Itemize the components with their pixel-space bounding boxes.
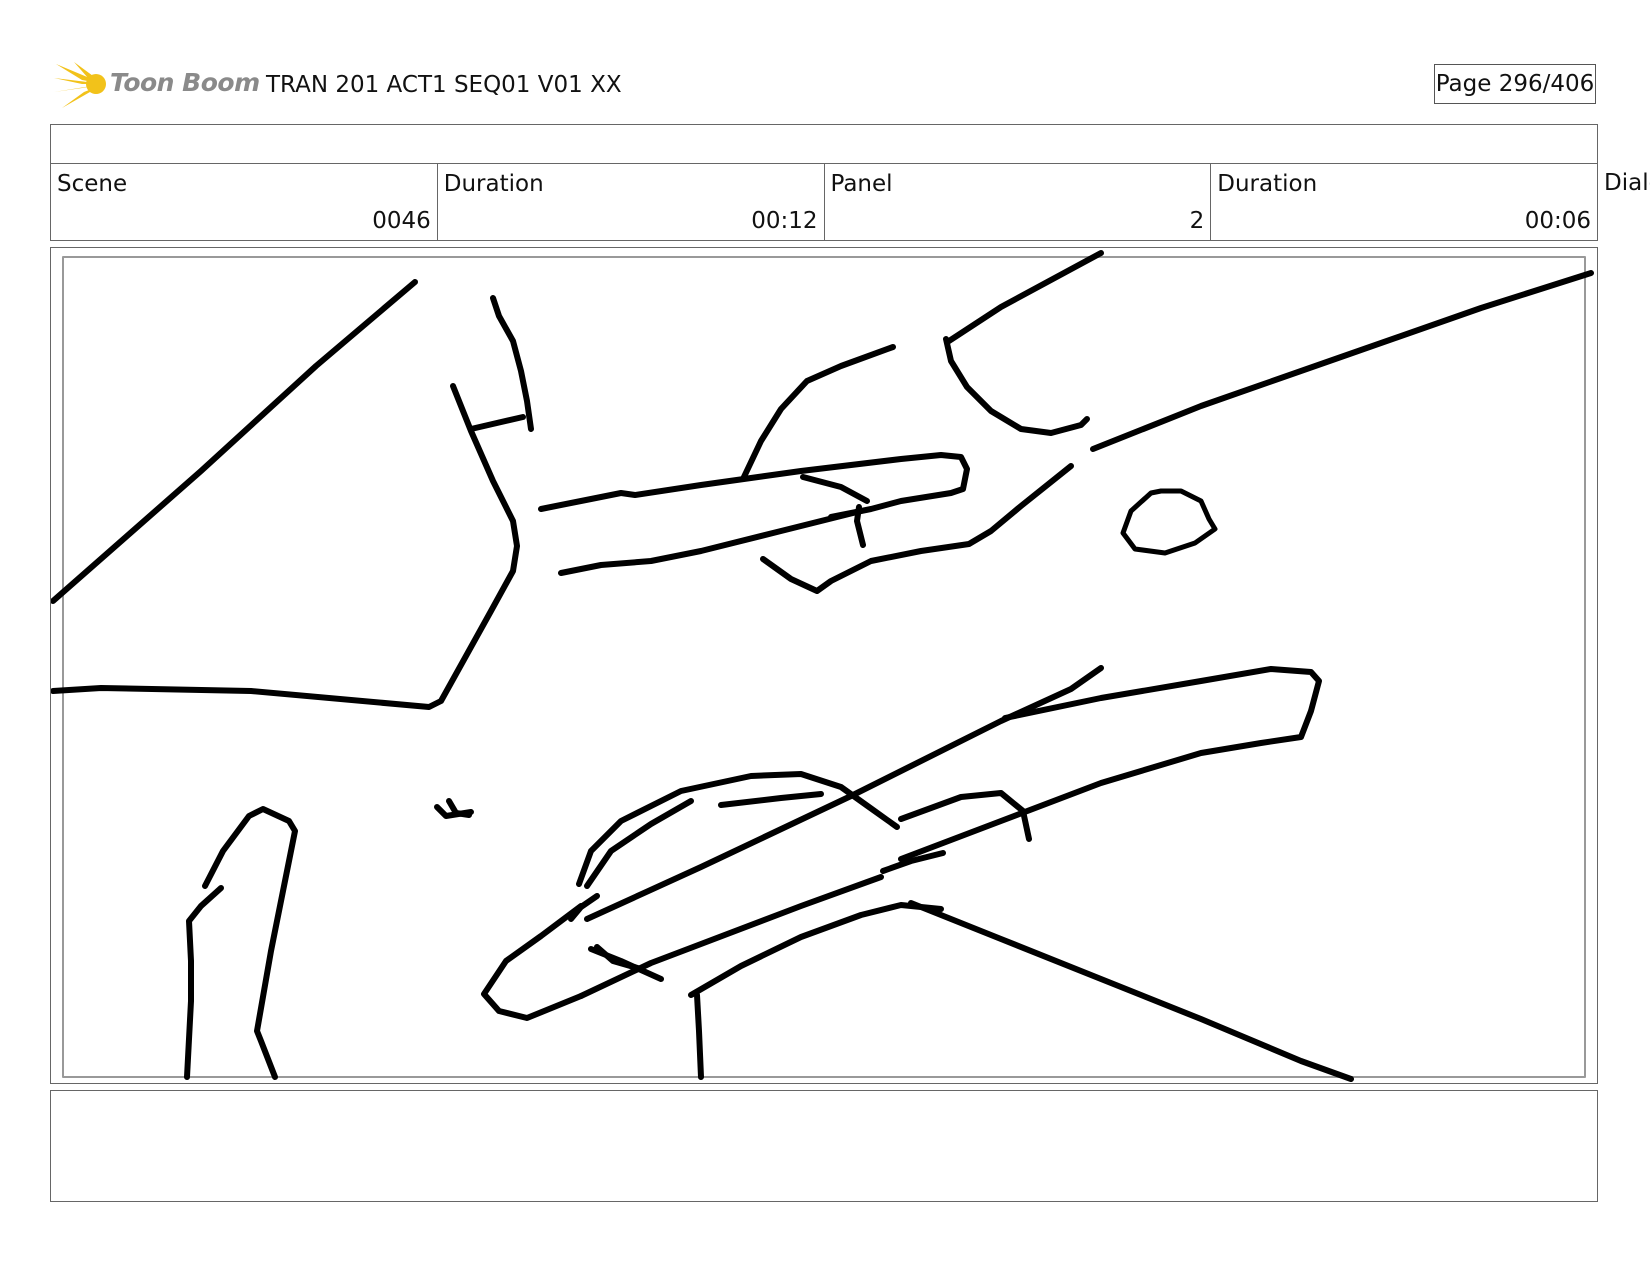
sketch-stroke [800,474,870,504]
panel-label: Panel [830,171,893,197]
scene-duration-cell: Duration 00:12 [438,164,825,240]
storyboard-panel [50,247,1598,1084]
sketch-stroke [898,666,1322,862]
header-blank-box [50,124,1598,164]
sketch-stroke [576,771,900,887]
sketch-stroke [184,885,224,1080]
sketch-stroke [558,508,864,576]
dialogue-notes-box [50,1090,1598,1202]
sketch-stroke [468,414,526,432]
sketch-stroke [740,344,896,482]
scene-label: Scene [57,171,128,197]
sketch-stroke [538,452,970,520]
panel-duration-value: 00:06 [1524,208,1591,234]
page-number: Page 296/406 [1434,64,1596,104]
sketch-stroke [943,336,1090,436]
panel-duration-cell: Duration 00:06 [1211,164,1597,240]
sketch-stroke [481,903,584,1021]
brand-name: Toon Boom [110,68,260,97]
sketch-stroke [202,806,298,1080]
sketch-stroke [688,902,944,998]
panel-safe-frame [62,256,1586,1078]
sketch-stroke [1090,270,1594,452]
sketch-stroke [578,874,884,999]
scene-info-row: Scene 0046 Duration 00:12 Panel 2 Durati… [50,163,1598,241]
sketch-stroke [718,791,824,808]
sketch-stroke [584,665,1104,922]
scene-value: 0046 [372,208,431,234]
panel-value: 2 [1189,208,1205,234]
sketch-stroke [51,279,418,604]
storyboard-sketch [51,250,1594,1082]
panel-duration-label: Duration [1217,171,1318,197]
sketch-stroke [1120,488,1218,556]
scene-duration-value: 00:12 [751,208,818,234]
scene-cell: Scene 0046 [51,164,438,240]
sketch-stroke [694,992,704,1080]
scene-duration-label: Duration [443,171,544,197]
panel-cell: Panel 2 [825,164,1212,240]
sketch-stroke [946,250,1104,344]
sketch-stroke [490,295,534,432]
sketch-stroke [51,383,520,710]
sketch-stroke [908,900,1354,1082]
sketch-stroke [760,463,1074,594]
document-title: TRAN 201 ACT1 SEQ01 V01 XX [266,72,622,98]
dialog-label: Dialo [1604,170,1650,196]
